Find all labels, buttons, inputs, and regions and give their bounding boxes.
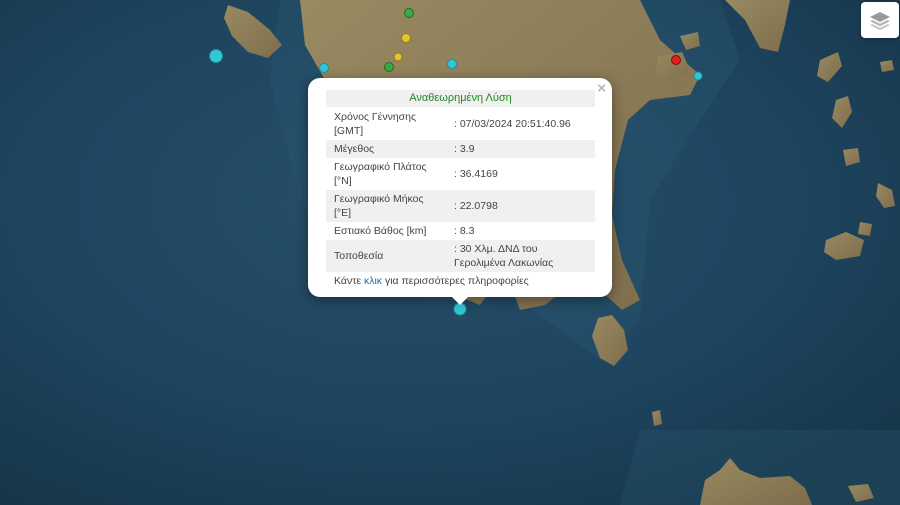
earthquake-info-popup: × Αναθεωρημένη Λύση Χρόνος Γέννησης [GMT… bbox=[308, 78, 612, 297]
row-value: : 07/03/2024 20:51:40.96 bbox=[454, 118, 571, 130]
island bbox=[880, 60, 894, 72]
table-row: Χρόνος Γέννησης [GMT] : 07/03/2024 20:51… bbox=[326, 108, 595, 140]
earthquake-marker[interactable] bbox=[404, 8, 414, 18]
row-key: Γεωγραφικό Μήκος [°E] bbox=[326, 190, 446, 222]
row-value: : 36.4169 bbox=[454, 168, 498, 180]
row-value: : 8.3 bbox=[454, 225, 475, 237]
popup-tip bbox=[451, 296, 469, 305]
earthquake-marker[interactable] bbox=[671, 55, 681, 65]
layers-button[interactable] bbox=[861, 2, 899, 38]
row-key: Γεωγραφικό Πλάτος [°N] bbox=[334, 161, 427, 187]
more-info-link[interactable]: κλικ bbox=[364, 275, 382, 287]
earthquake-marker[interactable] bbox=[447, 59, 457, 69]
row-key: Εστιακό Βάθος [km] bbox=[334, 225, 427, 237]
more-info-prefix: Κάντε bbox=[334, 275, 364, 287]
row-value: : 22.0798 bbox=[446, 190, 595, 222]
table-row: Μέγεθος : 3.9 bbox=[326, 140, 595, 158]
row-value: : 3.9 bbox=[446, 140, 595, 158]
earthquake-marker[interactable] bbox=[693, 71, 703, 81]
popup-title: Αναθεωρημένη Λύση bbox=[326, 90, 595, 107]
island bbox=[858, 222, 872, 236]
table-row: Γεωγραφικό Πλάτος [°N] : 36.4169 bbox=[326, 158, 595, 190]
close-icon[interactable]: × bbox=[597, 81, 606, 97]
earthquake-marker[interactable] bbox=[393, 52, 403, 62]
row-key: Χρόνος Γέννησης [GMT] bbox=[334, 111, 417, 137]
popup-content: Αναθεωρημένη Λύση Χρόνος Γέννησης [GMT] … bbox=[326, 90, 595, 290]
info-table: Χρόνος Γέννησης [GMT] : 07/03/2024 20:51… bbox=[326, 108, 595, 272]
earthquake-marker[interactable] bbox=[209, 49, 223, 63]
table-row: Εστιακό Βάθος [km] : 8.3 bbox=[326, 222, 595, 240]
row-value: : 30 Χλμ. ΔΝΔ του Γερολιμένα Λακωνίας bbox=[446, 240, 595, 272]
table-row: Τοποθεσία : 30 Χλμ. ΔΝΔ του Γερολιμένα Λ… bbox=[326, 240, 595, 272]
table-row: Γεωγραφικό Μήκος [°E] : 22.0798 bbox=[326, 190, 595, 222]
earthquake-marker[interactable] bbox=[401, 33, 411, 43]
more-info-suffix: για περισσότερες πληροφορίες bbox=[382, 275, 529, 287]
earthquake-marker[interactable] bbox=[384, 62, 394, 72]
more-info-text: Κάντε κλικ για περισσότερες πληροφορίες bbox=[326, 272, 595, 290]
row-key: Μέγεθος bbox=[326, 140, 446, 158]
earthquake-marker[interactable] bbox=[319, 63, 329, 73]
row-key: Τοποθεσία bbox=[326, 240, 446, 272]
layers-icon bbox=[870, 12, 890, 31]
